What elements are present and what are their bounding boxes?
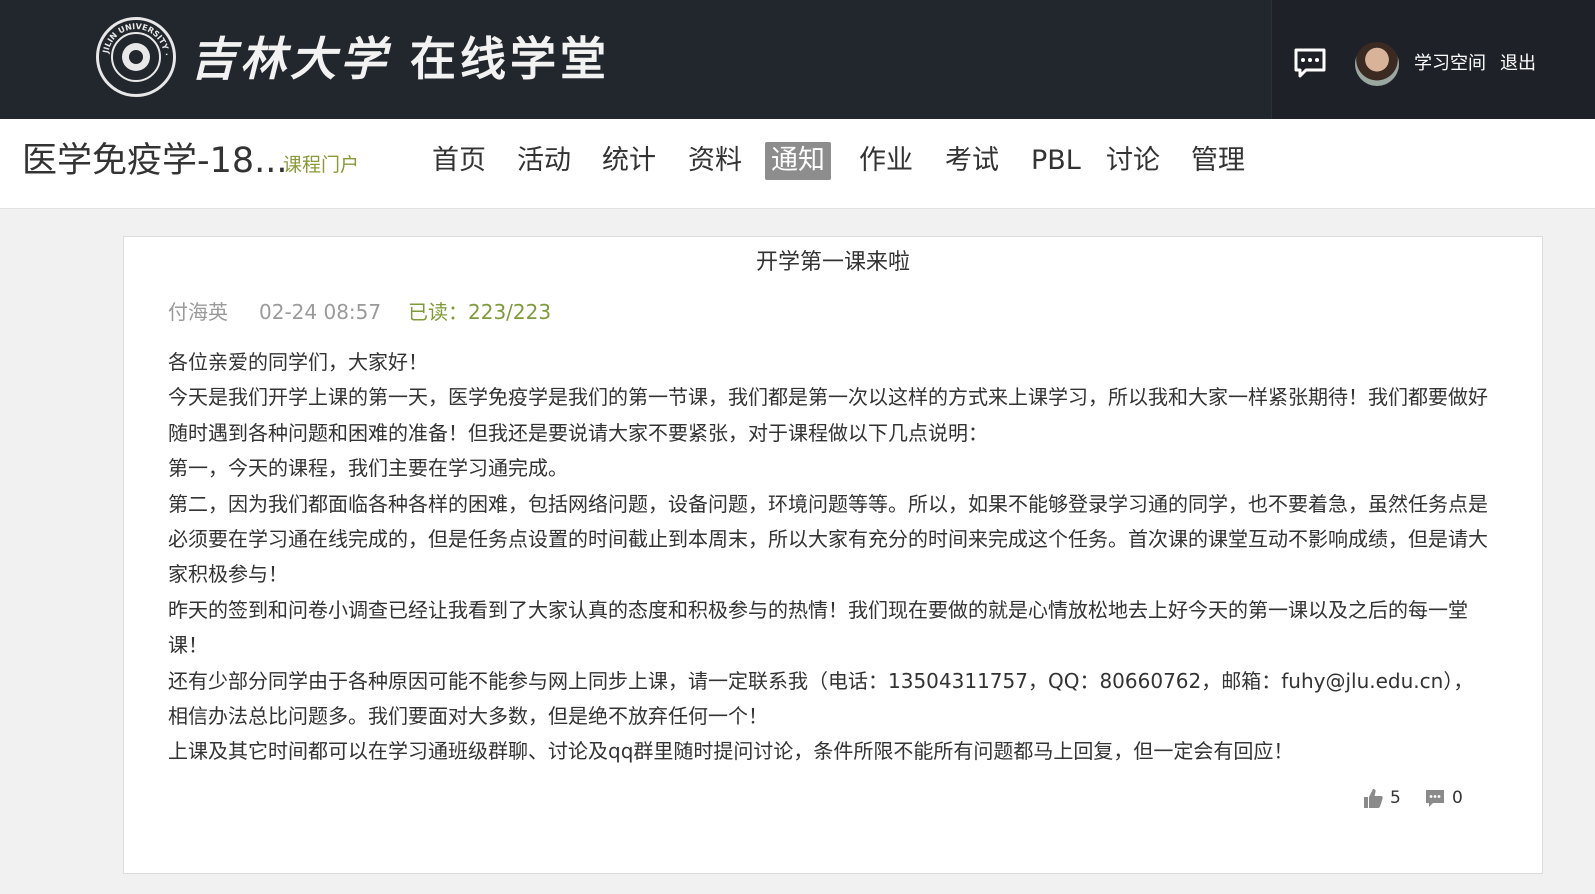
tab-activities[interactable]: 活动 <box>513 142 575 180</box>
logo-bold-part: 在线学堂 <box>410 32 611 86</box>
tab-home[interactable]: 首页 <box>428 142 490 180</box>
notice-paragraph: 上课及其它时间都可以在学习通班级群聊、讨论及qq群里随时提问讨论，条件所限不能所… <box>168 739 1294 764</box>
notice-paragraph: 昨天的签到和问卷小调查已经让我看到了大家认真的态度和积极参与的热情！我们现在要做… <box>168 597 1468 658</box>
like-button[interactable]: 5 <box>1362 785 1401 811</box>
notice-paragraph: 还有少部分同学由于各种原因可能不能参与网上同步上课，请一定联系我（电话：1350… <box>168 668 1474 729</box>
user-avatar[interactable] <box>1355 42 1399 86</box>
chat-bubble-icon[interactable] <box>1292 45 1328 81</box>
notice-paragraph: 第一，今天的课程，我们主要在学习通完成。 <box>168 456 568 481</box>
tab-exams[interactable]: 考试 <box>941 142 1003 180</box>
notice-body: 各位亲爱的同学们，大家好！ 今天是我们开学上课的第一天，医学免疫学是我们的第一节… <box>168 345 1493 770</box>
logo-script-part: 吉林大学 <box>190 32 390 86</box>
like-count: 5 <box>1390 788 1401 808</box>
comment-count: 0 <box>1452 788 1463 808</box>
read-status[interactable]: 已读：223/223 <box>408 298 551 326</box>
tab-homework[interactable]: 作业 <box>855 142 917 180</box>
notice-title: 开学第一课来啦 <box>755 250 910 275</box>
tab-discussion[interactable]: 讨论 <box>1102 142 1164 180</box>
notice-paragraph: 今天是我们开学上课的第一天，医学免疫学是我们的第一节课，我们都是第一次以这样的方… <box>168 385 1488 445</box>
site-logo-text[interactable]: 吉林大学 在线学堂 <box>190 24 610 94</box>
course-title: 医学免疫学-18... <box>22 141 288 181</box>
university-seal-logo[interactable]: JILIN UNIVERSITY · CHINA <box>96 17 176 97</box>
tab-manage[interactable]: 管理 <box>1187 142 1249 180</box>
study-space-link[interactable]: 学习空间 <box>1414 52 1486 76</box>
thumbs-up-icon <box>1364 789 1383 808</box>
course-portal-link[interactable]: 课程门户 <box>283 152 359 178</box>
tab-statistics[interactable]: 统计 <box>598 142 660 180</box>
tab-pbl[interactable]: PBL <box>1027 142 1085 180</box>
notice-author: 付海英 <box>168 300 228 324</box>
notice-paragraph: 第二，因为我们都面临各种各样的困难，包括网络问题，设备问题，环境问题等等。所以，… <box>168 491 1488 587</box>
notice-paragraph: 各位亲爱的同学们，大家好！ <box>168 350 428 374</box>
notice-time: 02-24 08:57 <box>259 300 382 324</box>
logout-link[interactable]: 退出 <box>1500 52 1536 76</box>
comment-button[interactable]: 0 <box>1424 785 1463 811</box>
tab-materials[interactable]: 资料 <box>684 142 746 180</box>
tab-notices[interactable]: 通知 <box>765 142 831 180</box>
comment-icon <box>1426 790 1444 807</box>
